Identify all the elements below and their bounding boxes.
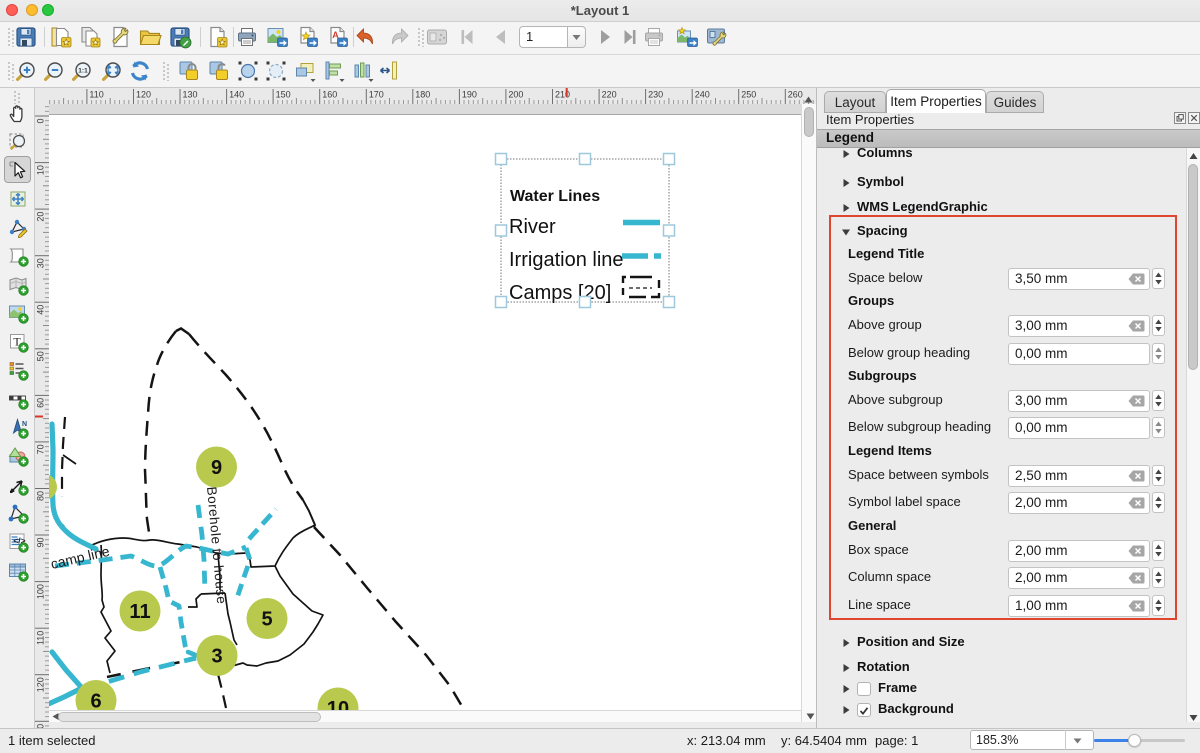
svg-text:9: 9 [211, 457, 222, 479]
svg-text:1:1: 1:1 [78, 67, 88, 74]
svg-text:240: 240 [695, 90, 710, 100]
svg-text:180: 180 [415, 90, 430, 100]
svg-text:Borehole to house: Borehole to house [204, 486, 229, 605]
svg-text:Water Lines: Water Lines [510, 188, 600, 205]
svg-text:River: River [509, 216, 556, 238]
svg-text:220: 220 [602, 90, 617, 100]
svg-text:50: 50 [36, 351, 46, 361]
svg-text:3: 3 [211, 646, 222, 668]
svg-text:250: 250 [741, 90, 756, 100]
svg-text:80: 80 [36, 491, 46, 501]
svg-text:120: 120 [136, 90, 151, 100]
svg-text:150: 150 [276, 90, 291, 100]
svg-text:70: 70 [36, 444, 46, 454]
svg-text:40: 40 [36, 305, 46, 315]
svg-text:N: N [22, 421, 27, 428]
svg-text:10: 10 [36, 165, 46, 175]
svg-text:90: 90 [36, 538, 46, 548]
svg-text:Irrigation line: Irrigation line [509, 249, 624, 271]
svg-text:110: 110 [36, 631, 46, 645]
svg-text:230: 230 [648, 90, 663, 100]
svg-text:100: 100 [36, 584, 46, 599]
svg-text:170: 170 [369, 90, 384, 100]
svg-text:5: 5 [261, 609, 272, 631]
svg-text:130: 130 [183, 90, 198, 100]
svg-text:210: 210 [555, 90, 570, 100]
svg-text:260: 260 [788, 90, 803, 100]
svg-text:160: 160 [322, 90, 337, 100]
svg-text:6: 6 [90, 691, 101, 711]
svg-text:20: 20 [36, 212, 46, 222]
svg-text:200: 200 [508, 90, 523, 100]
svg-text:120: 120 [36, 677, 46, 692]
svg-text:60: 60 [36, 398, 46, 408]
svg-text:140: 140 [229, 90, 244, 100]
svg-text:10: 10 [327, 698, 349, 710]
svg-text:11: 11 [129, 601, 150, 623]
svg-text:110: 110 [89, 90, 103, 100]
svg-text:190: 190 [462, 90, 477, 100]
svg-text:Camps [20]: Camps [20] [509, 282, 611, 304]
svg-text:30: 30 [36, 258, 46, 268]
svg-text:0: 0 [36, 119, 46, 124]
